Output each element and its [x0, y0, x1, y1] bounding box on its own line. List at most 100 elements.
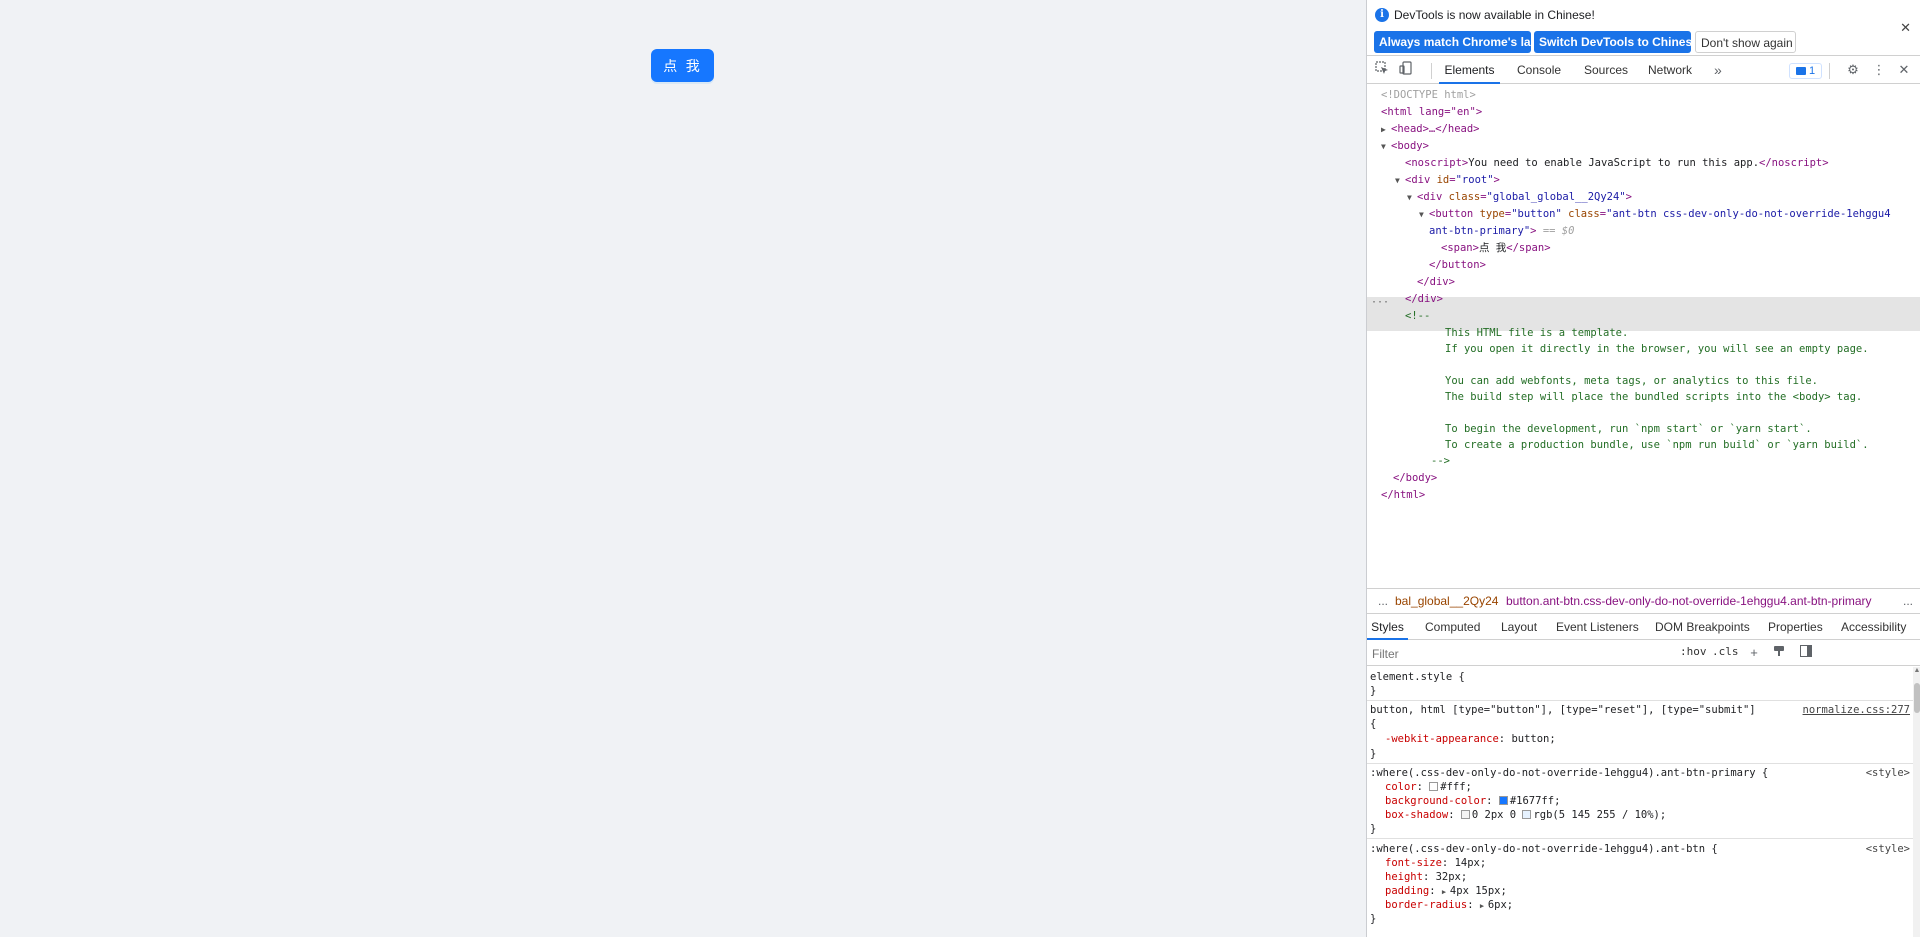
info-icon: i — [1375, 8, 1389, 22]
head-node[interactable]: ▶ <head>…</head> — [1381, 121, 1480, 138]
global-div-node[interactable]: ▼ <div class="global_global__2Qy24"> — [1407, 189, 1632, 206]
comment-close: --> — [1431, 455, 1450, 467]
comment-node[interactable]: <!-- — [1405, 308, 1430, 325]
styles-pane: element.style { } button, html [type="bu… — [1367, 667, 1913, 937]
body-close-tag[interactable]: </body> — [1393, 470, 1437, 487]
rule-selector[interactable]: button, html [type="button"], [type="res… — [1370, 703, 1756, 717]
tab-dom-breakpoints[interactable]: DOM Breakpoints — [1655, 614, 1750, 640]
rule-divider — [1367, 700, 1913, 701]
tab-computed[interactable]: Computed — [1425, 614, 1480, 640]
shadow-editor-icon[interactable] — [1460, 810, 1470, 819]
inspect-element-icon[interactable] — [1373, 61, 1391, 79]
html-close-tag[interactable]: </html> — [1381, 487, 1425, 504]
more-tabs-icon[interactable]: » — [1714, 57, 1722, 84]
tab-event-listeners[interactable]: Event Listeners — [1556, 614, 1639, 640]
style-property[interactable]: padding: ▶ 4px 15px; — [1385, 884, 1507, 898]
button-node[interactable]: ▼ <button type="button" class="ant-btn cs… — [1419, 206, 1891, 223]
primary-button[interactable]: 点 我 — [651, 49, 714, 82]
div-close-tag[interactable]: </div> — [1405, 291, 1443, 308]
filter-input[interactable] — [1369, 644, 1669, 663]
color-swatch[interactable] — [1522, 810, 1532, 819]
button-node-cont[interactable]: ant-btn-primary"> == $0 — [1429, 223, 1574, 240]
tab-accessibility[interactable]: Accessibility — [1841, 614, 1906, 640]
tab-elements[interactable]: Elements — [1439, 57, 1500, 84]
tab-layout[interactable]: Layout — [1501, 614, 1537, 640]
rule-source-link[interactable]: <style> — [1866, 842, 1910, 856]
collapse-triangle-icon[interactable]: ▼ — [1407, 189, 1417, 206]
style-property[interactable]: box-shadow: 0 2px 0 rgb(5 145 255 / 10%)… — [1385, 808, 1666, 822]
collapse-triangle-icon[interactable]: ▼ — [1419, 206, 1429, 223]
body-node[interactable]: ▼ <body> — [1381, 138, 1429, 155]
styles-scrollbar[interactable]: ▲ — [1913, 667, 1920, 937]
scroll-up-arrow-icon[interactable]: ▲ — [1913, 667, 1920, 677]
new-style-rule-icon[interactable]: + — [1746, 645, 1762, 661]
collapse-triangle-icon[interactable]: ▼ — [1395, 172, 1405, 189]
expand-triangle-icon[interactable]: ▶ — [1381, 121, 1391, 138]
style-property[interactable]: height: 32px; — [1385, 870, 1467, 884]
dom-tree: ··· <!DOCTYPE html> <html lang="en"> ▶ <h… — [1367, 87, 1920, 587]
scrollbar-thumb[interactable] — [1914, 683, 1920, 713]
button-close-tag[interactable]: </button> — [1429, 257, 1486, 274]
div-close-tag[interactable]: </div> — [1417, 274, 1455, 291]
color-swatch[interactable] — [1498, 796, 1508, 805]
style-property[interactable]: -webkit-appearance: button; — [1385, 732, 1556, 746]
element-style-selector[interactable]: element.style { — [1370, 670, 1465, 684]
rule-divider — [1367, 838, 1913, 839]
switch-to-chinese-button[interactable]: Switch DevTools to Chinese — [1534, 31, 1699, 53]
html-node[interactable]: <html lang="en"> — [1381, 104, 1482, 121]
comment-line: You can add webfonts, meta tags, or anal… — [1445, 375, 1818, 387]
toolbar-divider — [1431, 63, 1432, 79]
style-property[interactable]: font-size: 14px; — [1385, 856, 1486, 870]
span-node[interactable]: <span>点 我</span> — [1441, 240, 1551, 257]
root-div-node[interactable]: ▼ <div id="root"> — [1395, 172, 1500, 189]
sidebar-tabs: Styles Computed Layout Event Listeners D… — [1367, 614, 1920, 640]
style-property[interactable]: background-color: #1677ff; — [1385, 794, 1560, 808]
rule-selector[interactable]: :where(.css-dev-only-do-not-override-1eh… — [1370, 766, 1768, 780]
tab-properties[interactable]: Properties — [1768, 614, 1823, 640]
cls-toggle[interactable]: .cls — [1712, 645, 1739, 658]
toggle-sidebar-icon[interactable] — [1798, 645, 1814, 661]
gear-icon[interactable]: ⚙ — [1844, 61, 1862, 79]
issues-count: 1 — [1808, 65, 1816, 77]
comment-line: To begin the development, run `npm start… — [1445, 423, 1812, 435]
close-icon[interactable]: ✕ — [1900, 20, 1911, 36]
expand-triangle-icon[interactable]: ▶ — [1480, 899, 1488, 913]
style-property[interactable]: color: #fff; — [1385, 780, 1472, 794]
style-property[interactable]: border-radius: ▶ 6px; — [1385, 898, 1513, 912]
color-swatch[interactable] — [1429, 782, 1439, 791]
doctype-node[interactable]: <!DOCTYPE html> — [1381, 87, 1476, 104]
rule-close-brace: } — [1370, 823, 1377, 835]
node-actions-icon[interactable]: ··· — [1371, 297, 1389, 308]
tab-styles[interactable]: Styles — [1367, 614, 1408, 640]
rule-source-link[interactable]: <style> — [1866, 766, 1910, 780]
comment-line: This HTML file is a template. — [1445, 327, 1629, 339]
comment-line: To create a production bundle, use `npm … — [1445, 439, 1869, 451]
tab-console[interactable]: Console — [1517, 57, 1561, 84]
issues-badge[interactable]: 1 — [1789, 63, 1822, 79]
rule-close-brace: } — [1370, 685, 1377, 697]
comment-line: If you open it directly in the browser, … — [1445, 343, 1869, 355]
rule-selector[interactable]: :where(.css-dev-only-do-not-override-1eh… — [1370, 842, 1718, 856]
hov-toggle[interactable]: :hov — [1680, 645, 1707, 658]
breadcrumb-item-selected[interactable]: button.ant-btn.css-dev-only-do-not-overr… — [1506, 589, 1872, 613]
language-infobar: i DevTools is now available in Chinese! … — [1367, 0, 1920, 56]
close-devtools-icon[interactable]: ✕ — [1895, 61, 1913, 79]
expand-triangle-icon[interactable]: ▶ — [1442, 885, 1450, 899]
device-toolbar-icon[interactable] — [1397, 61, 1415, 79]
rule-close-brace: } — [1370, 748, 1377, 760]
noscript-node[interactable]: <noscript>You need to enable JavaScript … — [1405, 155, 1829, 172]
rule-open-brace: { — [1370, 718, 1377, 730]
styles-filter-bar: :hov .cls + — [1367, 641, 1920, 666]
breadcrumb-item[interactable]: bal_global__2Qy24 — [1395, 589, 1498, 613]
breadcrumb-scroll-right[interactable]: ... — [1903, 589, 1913, 613]
breadcrumb: ... bal_global__2Qy24 button.ant-btn.css… — [1367, 588, 1920, 614]
dont-show-again-button[interactable]: Don't show again — [1695, 31, 1796, 53]
paint-brush-icon[interactable] — [1771, 645, 1787, 661]
kebab-menu-icon[interactable]: ⋮ — [1870, 61, 1888, 79]
collapse-triangle-icon[interactable]: ▼ — [1381, 138, 1391, 155]
breadcrumb-scroll-left[interactable]: ... — [1378, 589, 1388, 613]
rule-source-link[interactable]: normalize.css:277 — [1803, 703, 1910, 717]
always-match-language-button[interactable]: Always match Chrome's language — [1374, 31, 1573, 53]
tab-network[interactable]: Network — [1648, 57, 1692, 84]
tab-sources[interactable]: Sources — [1584, 57, 1628, 84]
